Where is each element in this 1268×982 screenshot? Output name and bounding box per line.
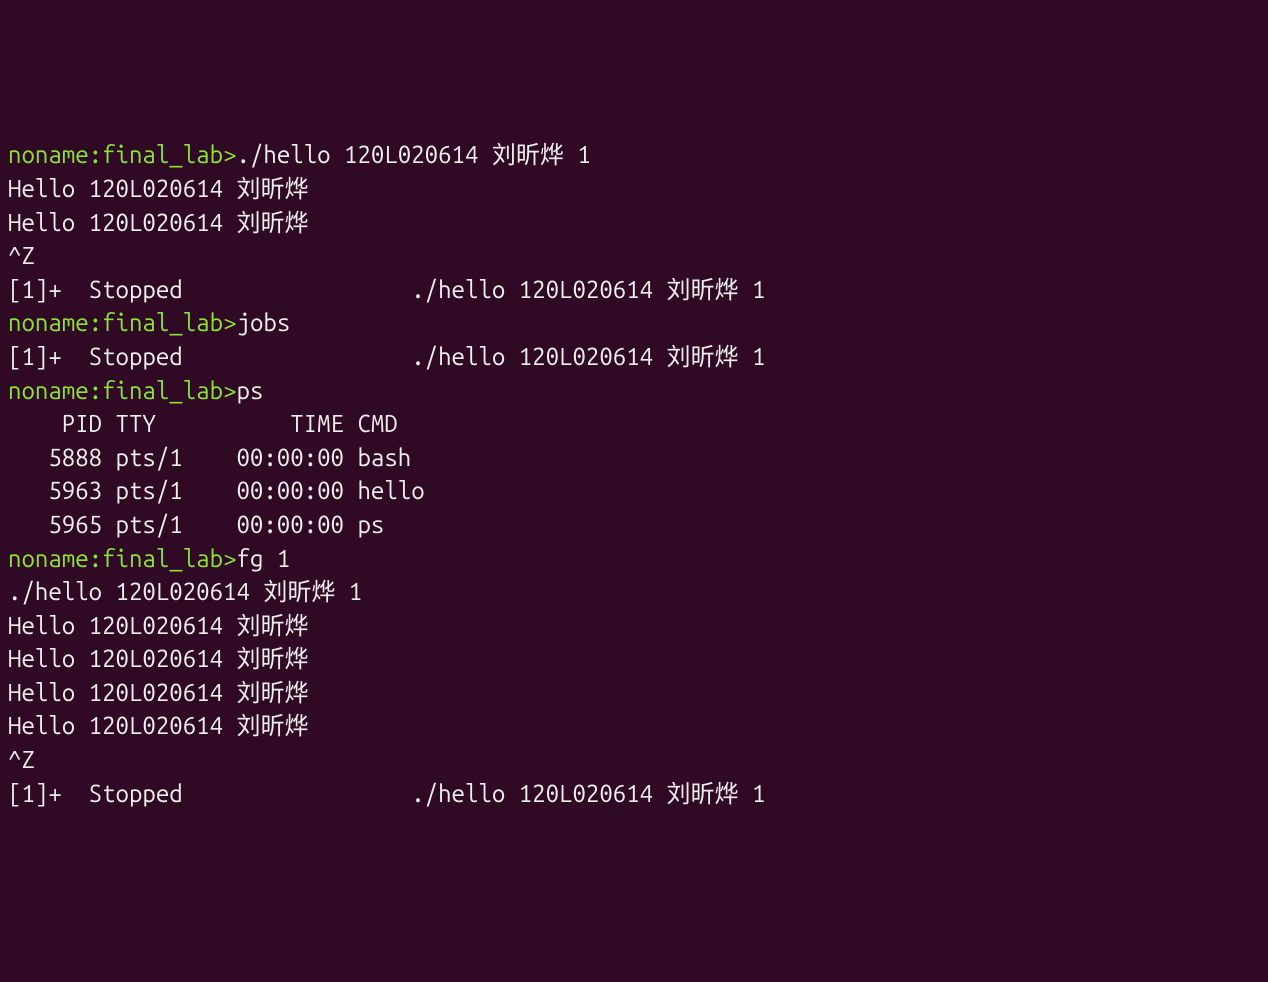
prompt-path: final_lab	[102, 545, 223, 572]
terminal-line: noname:final_lab>fg 1	[8, 542, 1260, 576]
terminal-line: Hello 120L020614 刘昕烨	[8, 642, 1260, 676]
command-text: jobs	[237, 309, 291, 336]
output-text: ^Z	[8, 746, 35, 773]
prompt-end: >	[223, 309, 236, 336]
prompt-user: noname	[8, 545, 89, 572]
terminal-line: Hello 120L020614 刘昕烨	[8, 206, 1260, 240]
prompt-path: final_lab	[102, 309, 223, 336]
output-text: Hello 120L020614 刘昕烨	[8, 645, 308, 672]
terminal-line: noname:final_lab>./hello 120L020614 刘昕烨 …	[8, 138, 1260, 172]
terminal-line: noname:final_lab>jobs	[8, 306, 1260, 340]
prompt-separator: :	[89, 141, 102, 168]
prompt-user: noname	[8, 377, 89, 404]
terminal-line: 5888 pts/1 00:00:00 bash	[8, 441, 1260, 475]
terminal-line: Hello 120L020614 刘昕烨	[8, 172, 1260, 206]
output-text: Hello 120L020614 刘昕烨	[8, 679, 308, 706]
prompt-user: noname	[8, 309, 89, 336]
command-text: ps	[237, 377, 264, 404]
output-text: ^Z	[8, 242, 35, 269]
output-text: Hello 120L020614 刘昕烨	[8, 209, 308, 236]
output-text: Hello 120L020614 刘昕烨	[8, 612, 308, 639]
terminal-line: 5963 pts/1 00:00:00 hello	[8, 474, 1260, 508]
prompt-user: noname	[8, 141, 89, 168]
output-text: ./hello 120L020614 刘昕烨 1	[8, 578, 362, 605]
terminal-line: [1]+ Stopped ./hello 120L020614 刘昕烨 1	[8, 777, 1260, 811]
terminal-line: [1]+ Stopped ./hello 120L020614 刘昕烨 1	[8, 273, 1260, 307]
terminal-line: 5965 pts/1 00:00:00 ps	[8, 508, 1260, 542]
command-text: ./hello 120L020614 刘昕烨 1	[237, 141, 591, 168]
prompt-end: >	[223, 141, 236, 168]
terminal-line: noname:final_lab>ps	[8, 374, 1260, 408]
terminal-line: Hello 120L020614 刘昕烨	[8, 676, 1260, 710]
prompt-path: final_lab	[102, 377, 223, 404]
output-text: 5965 pts/1 00:00:00 ps	[8, 511, 384, 538]
output-text: 5963 pts/1 00:00:00 hello	[8, 477, 425, 504]
output-text: Hello 120L020614 刘昕烨	[8, 175, 308, 202]
terminal-line: Hello 120L020614 刘昕烨	[8, 609, 1260, 643]
terminal-line: [1]+ Stopped ./hello 120L020614 刘昕烨 1	[8, 340, 1260, 374]
terminal-line: Hello 120L020614 刘昕烨	[8, 709, 1260, 743]
output-text: [1]+ Stopped ./hello 120L020614 刘昕烨 1	[8, 780, 765, 807]
prompt-separator: :	[89, 545, 102, 572]
output-text: [1]+ Stopped ./hello 120L020614 刘昕烨 1	[8, 276, 765, 303]
terminal-line: ^Z	[8, 743, 1260, 777]
output-text: [1]+ Stopped ./hello 120L020614 刘昕烨 1	[8, 343, 765, 370]
prompt-separator: :	[89, 309, 102, 336]
prompt-end: >	[223, 377, 236, 404]
command-text: fg 1	[237, 545, 291, 572]
prompt-end: >	[223, 545, 236, 572]
output-text: PID TTY TIME CMD	[8, 410, 398, 437]
output-text: Hello 120L020614 刘昕烨	[8, 712, 308, 739]
terminal-line: ^Z	[8, 239, 1260, 273]
terminal-line: ./hello 120L020614 刘昕烨 1	[8, 575, 1260, 609]
terminal-line: PID TTY TIME CMD	[8, 407, 1260, 441]
prompt-separator: :	[89, 377, 102, 404]
output-text: 5888 pts/1 00:00:00 bash	[8, 444, 411, 471]
prompt-path: final_lab	[102, 141, 223, 168]
terminal-pane[interactable]: noname:final_lab>./hello 120L020614 刘昕烨 …	[8, 138, 1260, 810]
